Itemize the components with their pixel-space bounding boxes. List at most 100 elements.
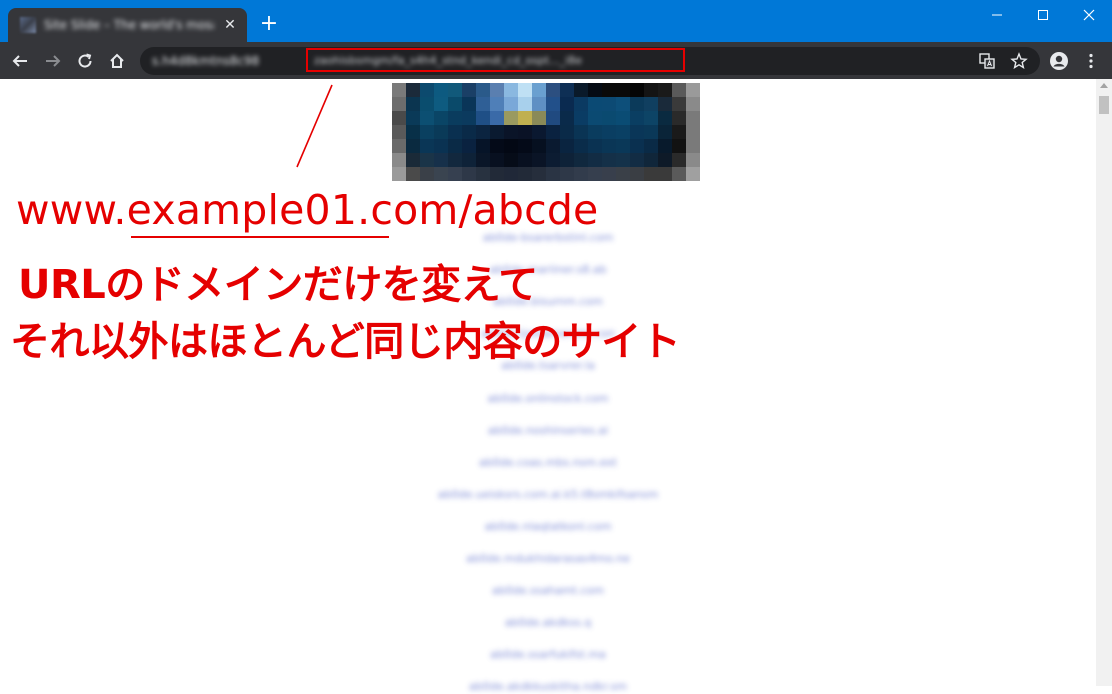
home-button[interactable] (106, 50, 128, 72)
banner-mosaic-tile (588, 83, 602, 97)
banner-mosaic-tile (546, 125, 560, 139)
page-content: ab0de-bsarerbstinl.com ab0de-mariiner.s8.… (0, 79, 1096, 693)
translate-button[interactable] (976, 50, 998, 72)
banner-mosaic-tile (392, 125, 406, 139)
banner-mosaic-tile (532, 97, 546, 111)
list-item-link[interactable]: ab0de.ueisksrs.com.ai.k5.t8smkifsansm (395, 488, 701, 502)
banner-mosaic-tile (672, 111, 686, 125)
banner-mosaic-tile (392, 111, 406, 125)
list-item-link[interactable]: ab0de.ssahamt.com (471, 584, 625, 598)
banner-mosaic-tile (658, 167, 672, 181)
banner-mosaic-tile (686, 153, 700, 167)
banner-mosaic-tile (532, 125, 546, 139)
banner-mosaic-tile (602, 125, 616, 139)
list-item-link[interactable]: ab0de.onlinstock.com (473, 392, 623, 406)
banner-mosaic-tile (420, 83, 434, 97)
star-icon (1010, 52, 1028, 69)
list-item-link[interactable]: ab0de.ssarfukifst.ma (465, 648, 631, 662)
banner-mosaic-tile (560, 83, 574, 97)
banner-mosaic-tile (532, 83, 546, 97)
menu-button[interactable] (1080, 50, 1102, 72)
list-item-link[interactable]: ab0de.noshinseries.ai (467, 424, 629, 438)
banner-mosaic-tile (448, 97, 462, 111)
tab-favicon-icon (20, 17, 36, 33)
banner-mosaic-tile (546, 153, 560, 167)
banner-mosaic-tile (504, 97, 518, 111)
banner-mosaic-tile (532, 167, 546, 181)
banner-mosaic-tile (546, 97, 560, 111)
banner-mosaic-tile (630, 125, 644, 139)
banner-mosaic-tile (518, 97, 532, 111)
banner-mosaic-tile (616, 125, 630, 139)
banner-mosaic-tile (630, 97, 644, 111)
banner-mosaic-tile (574, 139, 588, 153)
banner-mosaic-tile (616, 167, 630, 181)
banner-image (392, 83, 700, 181)
banner-mosaic-tile (588, 153, 602, 167)
banner-mosaic-tile (560, 125, 574, 139)
bookmark-button[interactable] (1008, 50, 1030, 72)
list-item-link[interactable]: ab0de.mdukhidarasas4mo.ne (420, 552, 676, 566)
banner-mosaic-tile (532, 139, 546, 153)
banner-mosaic-tile (644, 139, 658, 153)
banner-mosaic-tile (434, 167, 448, 181)
home-icon (110, 53, 124, 68)
banner-mosaic-tile (686, 97, 700, 111)
banner-mosaic-tile (630, 153, 644, 167)
browser-tab[interactable]: Site Slide – The world's mosaic ✕ (8, 8, 247, 42)
banner-mosaic-tile (588, 111, 602, 125)
banner-mosaic-tile (602, 139, 616, 153)
banner-mosaic-tile (546, 111, 560, 125)
banner-mosaic-tile (434, 97, 448, 111)
banner-mosaic-tile (476, 97, 490, 111)
banner-mosaic-tile (504, 83, 518, 97)
banner-mosaic-tile (518, 111, 532, 125)
banner-mosaic-tile (490, 97, 504, 111)
banner-mosaic-tile (616, 139, 630, 153)
banner-mosaic-tile (546, 83, 560, 97)
back-button[interactable] (9, 50, 31, 72)
list-item-link[interactable]: ab0de.akdkss.q (483, 616, 613, 630)
maximize-icon (1038, 10, 1048, 20)
banner-mosaic-tile (616, 111, 630, 125)
banner-mosaic-tile (476, 167, 490, 181)
banner-mosaic-tile (546, 139, 560, 153)
maximize-button[interactable] (1020, 0, 1066, 30)
banner-mosaic-tile (490, 125, 504, 139)
scroll-up-arrow-icon[interactable] (1100, 83, 1108, 88)
vertical-scrollbar[interactable] (1096, 79, 1112, 686)
banner-mosaic-tile (630, 139, 644, 153)
profile-button[interactable] (1048, 50, 1070, 72)
banner-mosaic-tile (448, 139, 462, 153)
banner-mosaic-tile (658, 139, 672, 153)
list-item-link[interactable]: ab0de.nlaqtatkonl.com (471, 520, 625, 534)
tab-close-icon[interactable]: ✕ (221, 16, 239, 34)
list-item-link[interactable]: ab0de.akdkkuskitha.ndkr.sm (431, 680, 665, 694)
banner-mosaic-tile (630, 167, 644, 181)
banner-mosaic-tile (476, 139, 490, 153)
banner-mosaic-tile (672, 97, 686, 111)
list-item-link[interactable]: ab0de.coas.mbs.nsm.ext (450, 456, 646, 470)
banner-mosaic-tile (462, 153, 476, 167)
banner-mosaic-tile (518, 125, 532, 139)
scroll-thumb[interactable] (1099, 96, 1109, 114)
banner-mosaic-tile (490, 139, 504, 153)
address-bar[interactable]: s.h4d8kmtns8c98 zaohisbsmgm/fa_s4h4_stnd… (140, 47, 1040, 75)
banner-mosaic-tile (462, 125, 476, 139)
reload-button[interactable] (74, 50, 96, 72)
minimize-button[interactable] (974, 0, 1020, 30)
banner-mosaic-tile (490, 153, 504, 167)
banner-mosaic-tile (518, 83, 532, 97)
banner-mosaic-tile (406, 111, 420, 125)
forward-button[interactable] (42, 50, 64, 72)
tab-title: Site Slide – The world's mosaic (44, 18, 214, 32)
banner-mosaic-tile (392, 167, 406, 181)
browser-toolbar: s.h4d8kmtns8c98 zaohisbsmgm/fa_s4h4_stnd… (0, 42, 1112, 79)
close-window-button[interactable] (1066, 0, 1112, 30)
new-tab-button[interactable]: + (258, 13, 280, 35)
banner-mosaic-tile (672, 139, 686, 153)
banner-mosaic-tile (644, 167, 658, 181)
banner-mosaic-tile (476, 153, 490, 167)
banner-mosaic-tile (616, 97, 630, 111)
banner-mosaic-tile (448, 153, 462, 167)
